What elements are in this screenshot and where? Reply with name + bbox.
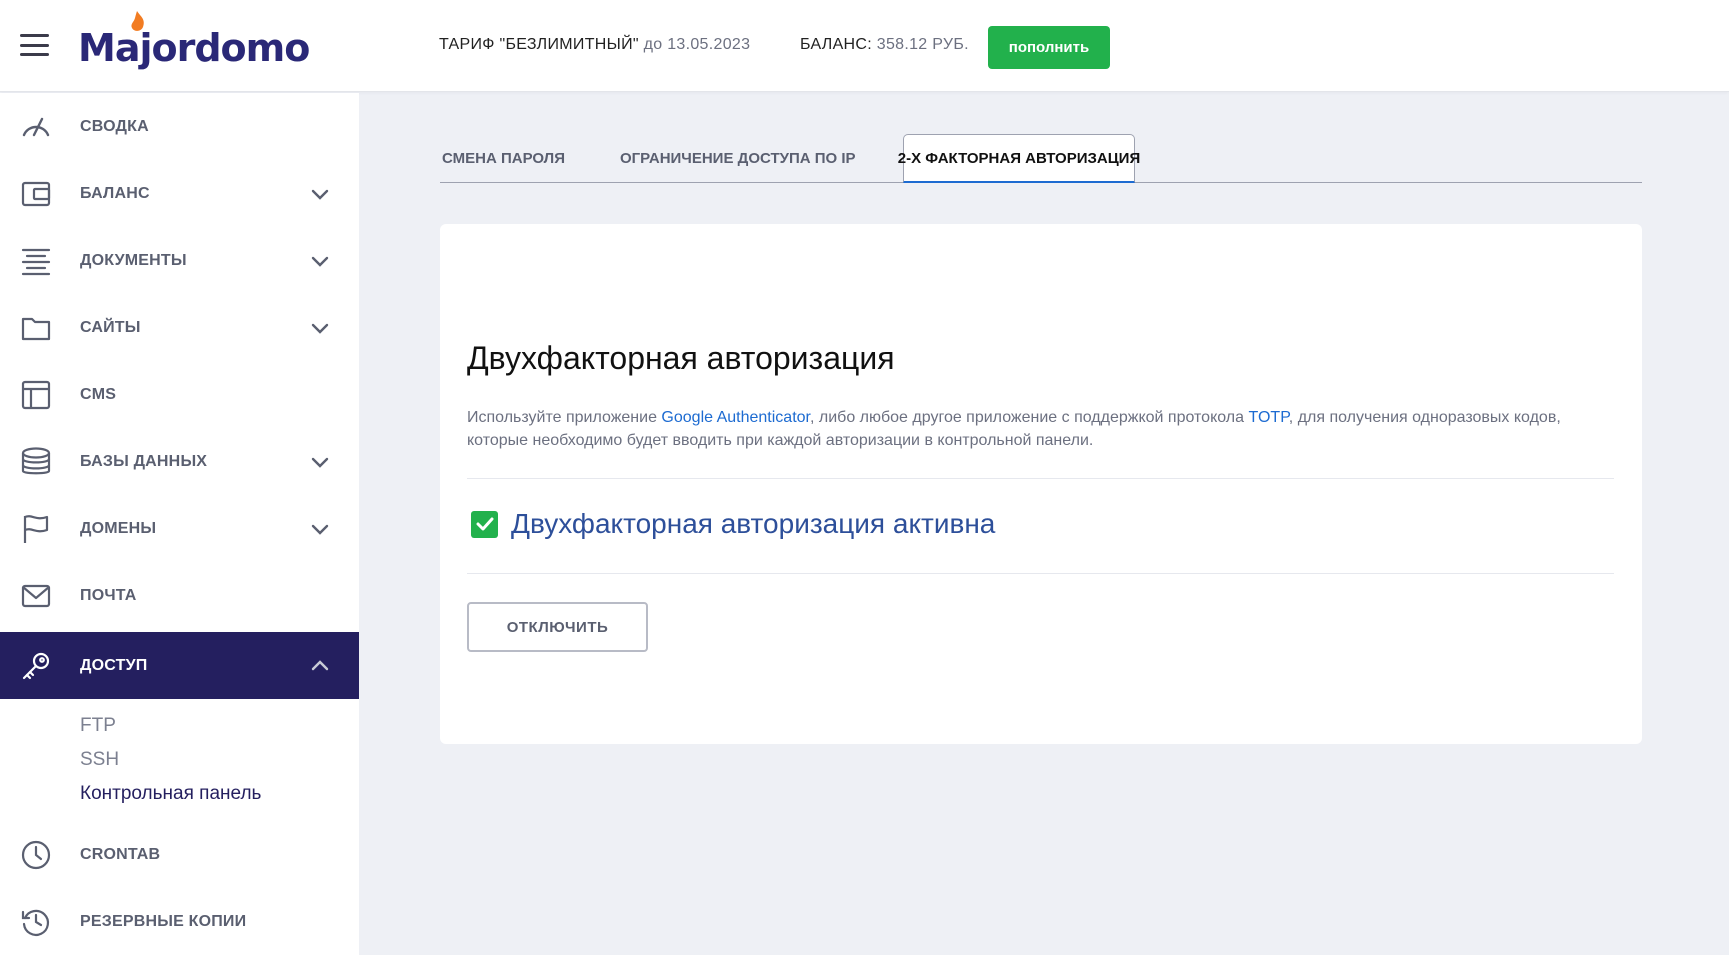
key-icon <box>20 650 52 682</box>
chevron-down-icon <box>311 323 329 334</box>
tariff-until: до 13.05.2023 <box>643 36 751 53</box>
sidebar-item-databases[interactable]: БАЗЫ ДАННЫХ <box>0 428 359 495</box>
checkmark-icon <box>476 517 493 531</box>
sidebar-item-label: ПОЧТА <box>80 586 137 604</box>
hamburger-icon[interactable] <box>20 34 49 56</box>
sidebar-item-sites[interactable]: САЙТЫ <box>0 294 359 361</box>
sidebar-item-access[interactable]: ДОСТУП <box>0 632 359 699</box>
sidebar-item-domains[interactable]: ДОМЕНЫ <box>0 495 359 562</box>
chevron-down-icon <box>311 189 329 200</box>
disable-button[interactable]: ОТКЛЮЧИТЬ <box>467 602 648 652</box>
tab-two-factor[interactable]: 2-Х ФАКТОРНАЯ АВТОРИЗАЦИЯ <box>898 134 1140 183</box>
divider <box>467 478 1614 479</box>
sidebar-item-label: РЕЗЕРВНЫЕ КОПИИ <box>80 912 247 930</box>
sidebar-subitem-control-panel[interactable]: Контрольная панель <box>80 783 261 805</box>
sidebar-subitem-ftp[interactable]: FTP <box>80 715 116 737</box>
divider <box>467 573 1614 574</box>
sidebar-item-label: CRONTAB <box>80 845 161 863</box>
chevron-down-icon <box>311 457 329 468</box>
chevron-up-icon <box>311 659 329 670</box>
checkbox-label: Двухфакторная авторизация активна <box>511 508 996 539</box>
chevron-down-icon <box>311 256 329 267</box>
sidebar-item-backups[interactable]: РЕЗЕРВНЫЕ КОПИИ <box>0 888 359 955</box>
google-authenticator-link[interactable]: Google Authenticator <box>661 409 810 426</box>
topup-button[interactable]: пополнить <box>988 26 1110 69</box>
balance-label: БАЛАНС: <box>800 36 872 53</box>
sidebar: СВОДКА БАЛАНС ДОКУМЕНТЫ САЙТЫ CMS БАЗЫ Д… <box>0 93 359 955</box>
logo-text: Majordomo <box>78 26 310 70</box>
description-text: Используйте приложение Google Authentica… <box>467 406 1617 452</box>
sidebar-item-balance[interactable]: БАЛАНС <box>0 160 359 227</box>
mail-icon <box>20 580 52 612</box>
sidebar-item-label: ДОКУМЕНТЫ <box>80 251 187 269</box>
database-icon <box>20 446 52 478</box>
sidebar-item-label: CMS <box>80 385 117 403</box>
tab-ip-restriction[interactable]: ОГРАНИЧЕНИЕ ДОСТУПА ПО IP <box>620 134 856 183</box>
two-factor-toggle[interactable]: Двухфакторная авторизация активна <box>471 508 995 540</box>
balance-value: 358.12 РУБ. <box>876 36 969 53</box>
document-lines-icon <box>20 245 52 277</box>
layout-icon <box>20 379 52 411</box>
chevron-down-icon <box>311 524 329 535</box>
sidebar-item-mail[interactable]: ПОЧТА <box>0 562 359 629</box>
sidebar-subitem-ssh[interactable]: SSH <box>80 749 119 771</box>
sidebar-item-crontab[interactable]: CRONTAB <box>0 821 359 888</box>
two-factor-card: Двухфакторная авторизация Используйте пр… <box>440 224 1642 744</box>
totp-link[interactable]: TOTP <box>1248 409 1288 426</box>
top-header: Majordomo ТАРИФ "БЕЗЛИМИТНЫЙ" до 13.05.2… <box>0 0 1729 92</box>
history-icon <box>20 906 52 938</box>
desc-text-1: Используйте приложение <box>467 409 662 426</box>
flag-icon <box>20 513 52 545</box>
wallet-icon <box>20 178 52 210</box>
desc-text-2: , либо любое другое приложение с поддерж… <box>809 409 1249 426</box>
sidebar-item-cms[interactable]: CMS <box>0 361 359 428</box>
tariff-info: ТАРИФ "БЕЗЛИМИТНЫЙ" до 13.05.2023 <box>439 36 750 54</box>
sidebar-item-label: БАЛАНС <box>80 184 150 202</box>
sidebar-item-label: ДОМЕНЫ <box>80 519 157 537</box>
tab-bar: СМЕНА ПАРОЛЯ ОГРАНИЧЕНИЕ ДОСТУПА ПО IP 2… <box>440 134 1642 183</box>
page-title: Двухфакторная авторизация <box>467 340 895 376</box>
sidebar-item-label: САЙТЫ <box>80 318 141 336</box>
checkbox-checked[interactable] <box>471 510 498 538</box>
tab-change-password[interactable]: СМЕНА ПАРОЛЯ <box>442 134 565 183</box>
sidebar-item-documents[interactable]: ДОКУМЕНТЫ <box>0 227 359 294</box>
sidebar-item-summary[interactable]: СВОДКА <box>0 93 359 160</box>
tariff-label: ТАРИФ "БЕЗЛИМИТНЫЙ" <box>439 36 639 53</box>
speedometer-icon <box>20 111 52 143</box>
sidebar-item-label: ДОСТУП <box>80 656 148 674</box>
flame-icon <box>131 11 144 31</box>
balance-info: БАЛАНС: 358.12 РУБ. <box>800 36 969 54</box>
clock-icon <box>20 839 52 871</box>
folder-icon <box>20 312 52 344</box>
sidebar-item-label: БАЗЫ ДАННЫХ <box>80 452 208 470</box>
sidebar-item-label: СВОДКА <box>80 117 149 135</box>
